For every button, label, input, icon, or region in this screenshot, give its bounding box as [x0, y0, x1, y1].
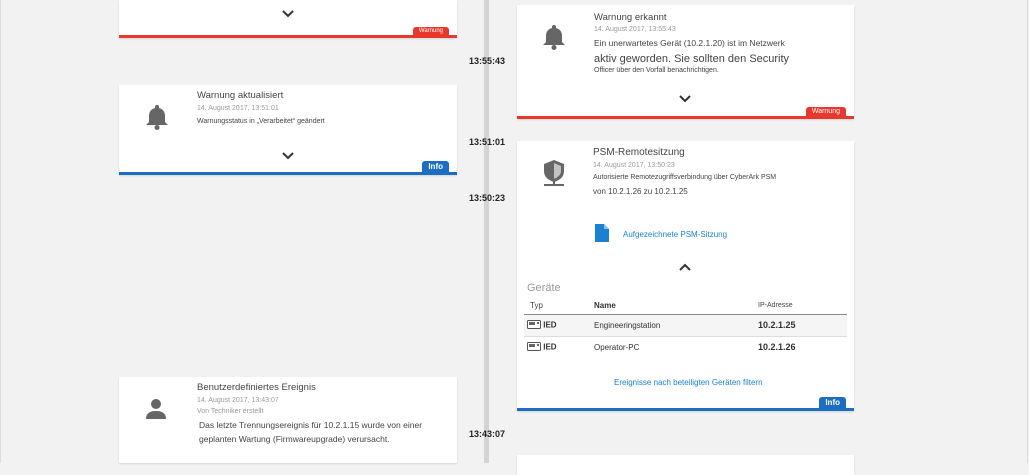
event-description: geplanten Wartung (Firmwareupgrade) veru…: [199, 434, 390, 444]
event-description: Warnungsstatus in „Verarbeitet“ geändert: [197, 118, 325, 125]
document-icon: [595, 224, 609, 247]
event-card-warning-top[interactable]: Warnung: [119, 0, 457, 38]
event-card-warning-updated[interactable]: Warnung aktualisiert 14. August 2017, 13…: [119, 85, 457, 175]
event-description: von 10.2.1.26 zu 10.2.1.25: [593, 187, 688, 196]
left-edge-line: [0, 0, 1, 463]
event-description: Autorisierte Remotezugriffsverbindung üb…: [593, 174, 777, 181]
device-name: Operator-PC: [594, 342, 640, 352]
event-title: Warnung erkannt: [594, 12, 667, 23]
device-type-cell: IED: [524, 336, 593, 358]
device-ip: 10.2.1.25: [758, 320, 796, 330]
table-header-row: Typ Name IP-Adresse: [524, 297, 847, 314]
event-timestamp: 14. August 2017, 13:43:07: [197, 397, 279, 404]
severity-bar: [517, 408, 854, 411]
event-author: Von Techniker erstellt: [197, 408, 264, 415]
chevron-down-icon[interactable]: [282, 10, 294, 21]
event-card-next[interactable]: [517, 455, 854, 475]
event-timestamp: 14. August 2017, 13:51:01: [197, 105, 279, 112]
device-ip: 10.2.1.26: [758, 342, 796, 353]
chevron-down-icon[interactable]: [679, 95, 691, 106]
chevron-up-icon[interactable]: [679, 263, 691, 274]
event-card-warning-detected[interactable]: Warnung erkannt 14. August 2017, 13:55:4…: [517, 5, 854, 119]
recorded-session-link[interactable]: Aufgezeichnete PSM-Sitzung: [623, 230, 727, 239]
severity-bar: [517, 116, 854, 119]
time-label: 13:51:01: [468, 137, 506, 147]
severity-bar: [119, 35, 457, 38]
device-name: Engineeringstation: [594, 320, 661, 330]
event-timestamp: 14. August 2017, 13:50:23: [593, 162, 675, 169]
severity-badge: Info: [422, 161, 449, 172]
time-label: 13:55:43: [468, 56, 506, 66]
event-card-custom[interactable]: Benutzerdefiniertes Ereignis 14. August …: [119, 377, 457, 463]
table-row[interactable]: IED Engineeringstation 10.2.1.25: [524, 314, 847, 336]
time-label: 13:50:23: [468, 193, 506, 203]
filter-by-devices-link[interactable]: Ereignisse nach beteiligten Geräten filt…: [614, 378, 763, 387]
column-header: Typ: [530, 300, 543, 310]
event-description: Das letzte Trennungsereignis für 10.2.1.…: [199, 420, 423, 430]
severity-bar: [119, 172, 457, 175]
device-type-cell: IED: [524, 314, 593, 336]
devices-table: Typ Name IP-Adresse IED Engineeringstati…: [524, 297, 847, 358]
device-type: IED: [543, 320, 557, 330]
table-row[interactable]: IED Operator-PC 10.2.1.26: [524, 336, 847, 358]
device-type: IED: [543, 342, 557, 352]
device-icon: [527, 319, 541, 331]
timeline-axis: [484, 0, 489, 463]
event-timestamp: 14. August 2017, 13:55:43: [594, 26, 676, 33]
person-icon: [145, 398, 167, 425]
bell-icon: [145, 104, 169, 135]
devices-heading: Geräte: [527, 282, 561, 294]
severity-badge: Info: [819, 397, 846, 408]
event-title: PSM-Remotesitzung: [593, 147, 685, 158]
severity-badge: Warnung: [805, 107, 846, 116]
chevron-down-icon[interactable]: [282, 152, 294, 163]
event-description: Officer über den Vorfall benachrichtigen…: [594, 67, 719, 74]
event-title: Benutzerdefiniertes Ereignis: [197, 382, 316, 393]
right-edge-line: [1027, 0, 1028, 463]
event-description: aktiv geworden. Sie sollten den Security: [594, 53, 790, 65]
event-title: Warnung aktualisiert: [197, 90, 284, 101]
time-label: 13:43:07: [468, 429, 506, 439]
column-header: Name: [594, 300, 616, 310]
column-header: IP-Adresse: [758, 301, 793, 309]
event-card-psm-session[interactable]: PSM-Remotesitzung 14. August 2017, 13:50…: [517, 141, 854, 411]
event-description: Ein unerwartetes Gerät (10.2.1.20) ist i…: [594, 38, 785, 48]
bell-icon: [542, 24, 566, 55]
severity-badge: Warnung: [412, 27, 449, 35]
shield-network-icon: [541, 159, 567, 192]
device-icon: [527, 341, 541, 353]
